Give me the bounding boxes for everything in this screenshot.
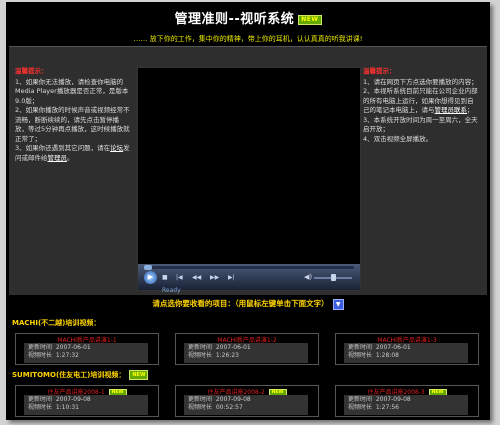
video-updated: 更新时间 2007-06-01 xyxy=(348,344,464,352)
video-duration: 视频时长 00:52:57 xyxy=(188,404,304,412)
video-card[interactable]: 住友产品讲座2008-3 NEW 更新时间 2007-09-08 视频时长 1:2… xyxy=(335,385,479,417)
duration-value: 1:10:31 xyxy=(55,403,79,411)
stop-icon[interactable]: ■ xyxy=(162,274,168,282)
volume-knob[interactable] xyxy=(330,274,336,281)
tips-left-item-3: 3、如果你还遇到其它问题，请在论坛发问或邮件给管理员。 xyxy=(15,144,131,163)
main-panel: 温馨提示： 1、如果你无法播放，请检查你电脑的Media Player播放器是否… xyxy=(9,46,487,296)
page-title-text: 管理准则--视听系统 xyxy=(174,12,295,27)
updated-label: 更新时间 xyxy=(28,344,53,351)
updated-value: 2007-06-01 xyxy=(375,344,411,351)
duration-value: 1:27:32 xyxy=(55,351,79,359)
duration-value: 1:28:08 xyxy=(375,351,399,359)
tips-left-end-text: 。 xyxy=(67,153,74,162)
video-row: 住友产品讲座2008-1 NEW 更新时间 2007-09-08 视频时长 1:1… xyxy=(9,385,487,417)
video-info: 更新时间 2007-06-01 视频时长 1:27:32 xyxy=(24,343,148,363)
section-heading: MACHI(不二越)培训视频： xyxy=(12,318,100,328)
updated-label: 更新时间 xyxy=(348,396,373,403)
video-card[interactable]: 住友产品讲座2008-2 NEW 更新时间 2007-09-08 视频时长 00:… xyxy=(175,385,319,417)
updated-label: 更新时间 xyxy=(348,344,373,351)
video-duration: 视频时长 1:27:56 xyxy=(348,404,464,412)
tips-left-item-1: 1、如果你无法播放，请检查你电脑的Media Player播放器是否正常，是版本… xyxy=(15,77,129,105)
updated-value: 2007-09-08 xyxy=(375,396,411,403)
video-updated: 更新时间 2007-09-08 xyxy=(28,396,144,404)
previous-icon[interactable]: |◀ xyxy=(176,274,183,282)
tips-left-heading: 温馨提示： xyxy=(15,67,48,75)
seek-handle[interactable] xyxy=(144,265,152,270)
video-area[interactable] xyxy=(138,68,360,264)
page-title: 管理准则--视听系统 NEW xyxy=(6,8,490,27)
updated-value: 2007-06-01 xyxy=(215,344,251,351)
admin-link-left[interactable]: 管理员 xyxy=(48,154,68,162)
video-updated: 更新时间 2007-09-08 xyxy=(188,396,304,404)
updated-value: 2007-09-08 xyxy=(55,396,91,403)
fast-forward-icon[interactable]: ▶▶ xyxy=(210,274,219,282)
video-card[interactable]: MACHI新产品讲演1-3 更新时间 2007-06-01 视频时长 1:28:… xyxy=(335,333,479,365)
select-prompt-text: 请点选你要收看的项目：（用鼠标左键单击下面文字） xyxy=(152,299,329,308)
video-updated: 更新时间 2007-06-01 xyxy=(188,344,304,352)
tips-right-item-3: 3、本系统开放时间为周一至周六，全天启开放； xyxy=(363,115,478,134)
tips-left-item-2: 2、如果你播放的时候声音或视频经常不流畅，断断续续的，请先点击暂停播放，等过5分… xyxy=(15,106,130,143)
video-info: 更新时间 2007-06-01 视频时长 1:28:08 xyxy=(344,343,468,363)
select-prompt: 请点选你要收看的项目：（用鼠标左键单击下面文字） ▼ xyxy=(9,295,487,313)
duration-label: 视频时长 xyxy=(28,351,53,359)
video-duration: 视频时长 1:26:23 xyxy=(188,352,304,360)
next-icon[interactable]: ▶| xyxy=(228,274,235,282)
duration-label: 视频时长 xyxy=(348,403,373,411)
video-player[interactable]: ▶ ■ |◀ ◀◀ ▶▶ ▶| ◀) Ready xyxy=(137,67,361,294)
duration-label: 视频时长 xyxy=(188,351,213,359)
video-card[interactable]: MACHI新产品讲演1-2 更新时间 2007-06-01 视频时长 1:26:… xyxy=(175,333,319,365)
new-badge-icon: NEW xyxy=(298,14,322,25)
duration-value: 1:27:56 xyxy=(375,403,399,411)
tips-right-link-suffix: ； xyxy=(467,106,474,114)
updated-label: 更新时间 xyxy=(188,344,213,351)
volume-icon[interactable]: ◀) xyxy=(304,273,312,281)
video-card[interactable]: MACHI新产品讲演1-1 更新时间 2007-06-01 视频时长 1:27:… xyxy=(15,333,159,365)
duration-label: 视频时长 xyxy=(28,403,53,411)
section-heading-text: MACHI(不二越)培训视频： xyxy=(12,319,101,327)
video-duration: 视频时长 1:28:08 xyxy=(348,352,464,360)
section-heading-text: SUMITOMO(住友电工)培训视频： xyxy=(12,371,126,379)
tips-left-item-3-text: 3、如果你还遇到其它问题，请在 xyxy=(15,144,111,152)
duration-label: 视频时长 xyxy=(348,351,373,359)
video-info: 更新时间 2007-09-08 视频时长 1:10:31 xyxy=(24,395,148,415)
arrow-down-icon[interactable]: ▼ xyxy=(332,298,344,310)
tips-right-item-4: 4、双击视频全屏播放。 xyxy=(363,134,433,143)
player-status: Ready xyxy=(162,287,181,294)
video-updated: 更新时间 2007-09-08 xyxy=(348,396,464,404)
video-duration: 视频时长 1:27:32 xyxy=(28,352,144,360)
section-heading: SUMITOMO(住友电工)培训视频： NEW xyxy=(12,370,149,380)
tips-right-item-2: 2、本视听系统目前只能在公司企业内部的所有电脑上运行，如果你想得见到自己的笔记本… xyxy=(363,87,479,116)
video-card[interactable]: 住友产品讲座2008-1 NEW 更新时间 2007-09-08 视频时长 1:1… xyxy=(15,385,159,417)
updated-value: 2007-06-01 xyxy=(55,344,91,351)
video-updated: 更新时间 2007-06-01 xyxy=(28,344,144,352)
admin-contact-link[interactable]: 管理员联系 xyxy=(435,106,468,114)
tips-right-item-1: 1、请在网页下方点选你要播放的内容； xyxy=(363,77,478,86)
new-badge-icon: NEW xyxy=(129,370,149,380)
video-duration: 视频时长 1:10:31 xyxy=(28,404,144,412)
play-button[interactable]: ▶ xyxy=(144,271,157,284)
page: 管理准则--视听系统 NEW …… 放下你的工作，集中你的精神，带上你的耳机，认认… xyxy=(6,2,490,420)
video-info: 更新时间 2007-09-08 视频时长 00:52:57 xyxy=(184,395,308,415)
duration-label: 视频时长 xyxy=(188,403,213,411)
forum-link[interactable]: 论坛 xyxy=(110,144,123,152)
video-info: 更新时间 2007-09-08 视频时长 1:27:56 xyxy=(344,395,468,415)
slogan: …… 放下你的工作，集中你的精神，带上你的耳机，认认真真的听我讲课! xyxy=(133,35,363,43)
duration-value: 00:52:57 xyxy=(215,403,243,411)
video-row: MACHI新产品讲演1-1 更新时间 2007-06-01 视频时长 1:27:… xyxy=(9,333,487,365)
duration-value: 1:26:23 xyxy=(215,351,239,359)
video-info: 更新时间 2007-06-01 视频时长 1:26:23 xyxy=(184,343,308,363)
tips-right-heading: 温馨提示： xyxy=(363,67,396,75)
updated-label: 更新时间 xyxy=(28,396,53,403)
seek-bar[interactable] xyxy=(144,265,354,270)
updated-value: 2007-09-08 xyxy=(215,396,251,403)
tips-right: 温馨提示： 1、请在网页下方点选你要播放的内容； 2、本视听系统目前只能在公司企… xyxy=(363,67,479,144)
tips-left: 温馨提示： 1、如果你无法播放，请检查你电脑的Media Player播放器是否… xyxy=(15,67,131,163)
updated-label: 更新时间 xyxy=(188,396,213,403)
rewind-icon[interactable]: ◀◀ xyxy=(192,274,201,282)
